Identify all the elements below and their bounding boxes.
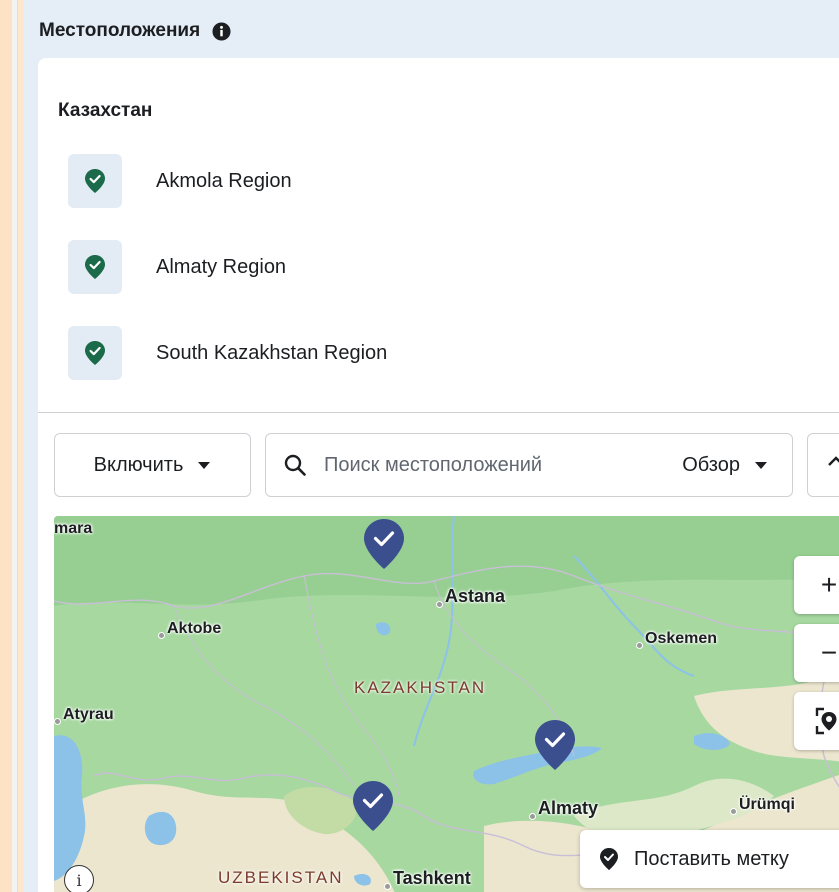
city-label-urumqi: Ürümqi xyxy=(730,796,795,815)
country-label-uzbekistan: UZBEKISTAN xyxy=(218,868,344,887)
city-name: Astana xyxy=(445,586,506,606)
locations-panel: Местоположения Казахстан Akmola Region A… xyxy=(23,0,839,892)
drop-pin-button[interactable]: Поставить метку xyxy=(580,830,839,888)
region-badge xyxy=(68,154,122,208)
browse-dropdown[interactable]: Обзор xyxy=(682,454,768,477)
locate-button[interactable] xyxy=(794,692,839,750)
city-label-tashkent: Tashkent xyxy=(384,868,471,890)
region-badge xyxy=(68,240,122,294)
city-name: Oskemen xyxy=(645,630,718,647)
location-check-icon xyxy=(85,169,105,193)
include-label: Включить xyxy=(93,453,184,476)
locations-card: Казахстан Akmola Region Almaty Region So… xyxy=(38,58,839,892)
page-margin xyxy=(0,0,12,892)
city-label-astana: Astana xyxy=(436,586,505,608)
city-dot xyxy=(158,632,165,639)
zoom-out-button[interactable]: − xyxy=(794,624,839,682)
search-placeholder: Поиск местоположений xyxy=(324,453,543,476)
browse-label: Обзор xyxy=(682,453,740,476)
include-dropdown-button[interactable]: Включить xyxy=(54,433,251,497)
region-item-south-kazakhstan[interactable]: South Kazakhstan Region xyxy=(68,326,387,380)
sidebar-edge xyxy=(12,0,18,892)
locate-pin-icon xyxy=(815,707,837,735)
city-name: Tashkent xyxy=(393,868,471,888)
region-badge xyxy=(68,326,122,380)
location-search-input[interactable]: Поиск местоположений Обзор xyxy=(265,433,793,497)
country-heading: Казахстан xyxy=(58,100,153,121)
zoom-in-button[interactable]: + xyxy=(794,556,839,614)
location-check-icon xyxy=(85,341,105,365)
city-dot xyxy=(636,642,643,649)
caret-down-icon xyxy=(755,461,767,469)
city-name: Ürümqi xyxy=(739,796,795,813)
city-dot xyxy=(384,883,391,890)
city-name: Aktobe xyxy=(167,620,222,637)
search-icon xyxy=(284,454,306,476)
city-dot xyxy=(730,808,737,815)
region-item-akmola[interactable]: Akmola Region xyxy=(68,154,292,208)
city-dot xyxy=(529,813,536,820)
city-label-atyrau: Atyrau xyxy=(54,706,114,725)
panel-header: Местоположения xyxy=(39,20,231,42)
map-pin-icon xyxy=(600,848,618,870)
selected-location-pin-almaty[interactable] xyxy=(534,719,576,771)
map-info-icon[interactable]: i xyxy=(64,865,94,892)
selected-location-pin-akmola[interactable] xyxy=(363,518,405,570)
city-name: Almaty xyxy=(538,798,599,818)
city-label-samara: mara xyxy=(54,520,93,537)
caret-down-icon xyxy=(198,461,211,469)
region-item-almaty[interactable]: Almaty Region xyxy=(68,240,286,294)
city-label-almaty: Almaty xyxy=(529,798,598,820)
collapse-button[interactable] xyxy=(807,433,839,497)
region-label: Akmola Region xyxy=(156,169,292,192)
location-check-icon xyxy=(85,255,105,279)
city-name: Atyrau xyxy=(63,706,114,723)
chevron-up-icon xyxy=(828,456,839,466)
drop-pin-label: Поставить метку xyxy=(634,847,789,870)
info-circle-icon[interactable] xyxy=(212,21,231,41)
region-label: Almaty Region xyxy=(156,255,287,278)
city-label-aktobe: Aktobe xyxy=(158,620,221,639)
city-dot xyxy=(436,601,443,608)
country-label-kazakhstan: KAZAKHSTAN xyxy=(354,678,487,697)
selected-location-pin-south-kazakhstan[interactable] xyxy=(352,780,394,832)
panel-title: Местоположения xyxy=(39,20,201,41)
region-label: South Kazakhstan Region xyxy=(156,341,388,364)
divider xyxy=(38,412,839,413)
city-dot xyxy=(54,718,61,725)
location-map[interactable]: mara Astana Aktobe Oskemen KAZAKHSTAN At… xyxy=(54,516,839,892)
city-label-oskemen: Oskemen xyxy=(636,630,717,649)
